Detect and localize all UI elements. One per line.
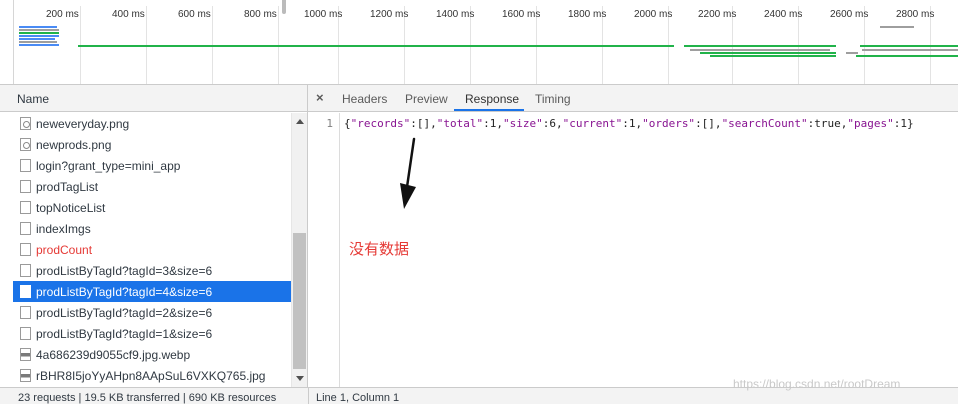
name-column-label: Name [17, 92, 50, 106]
request-name: indexImgs [36, 221, 91, 236]
overview-tick-label: 1800 ms [568, 9, 607, 20]
overview-request-bar [19, 41, 57, 43]
request-row[interactable]: prodListByTagId?tagId=1&size=6 [13, 323, 291, 344]
overview-request-bar [700, 52, 836, 54]
request-name: prodCount [36, 242, 93, 257]
overview-request-bar [19, 32, 59, 34]
image-file-icon [20, 138, 31, 151]
document-icon [20, 243, 31, 256]
name-column-header[interactable]: Name [0, 85, 308, 112]
request-row[interactable]: topNoticeList [13, 197, 291, 218]
request-row[interactable]: neweveryday.png [13, 113, 291, 134]
request-row[interactable]: indexImgs [13, 218, 291, 239]
cursor-position: Line 1, Column 1 [316, 392, 400, 404]
request-row[interactable]: login?grant_type=mini_app [13, 155, 291, 176]
request-list-panel: Name neweveryday.png newprods.png login?gr… [0, 85, 308, 387]
image-file-icon [20, 117, 31, 130]
overview-tick-label: 400 ms [112, 9, 145, 20]
overview-tick-label: 200 ms [46, 9, 79, 20]
document-icon [20, 222, 31, 235]
request-name: prodListByTagId?tagId=2&size=6 [36, 305, 213, 320]
request-name: topNoticeList [36, 200, 106, 215]
detail-tab-bar: × Headers Preview Response Timing [308, 85, 958, 112]
overview-request-bar [860, 45, 958, 47]
document-icon [20, 285, 31, 298]
active-tab-indicator [454, 109, 524, 111]
request-name: login?grant_type=mini_app [36, 158, 181, 173]
request-row[interactable]: prodListByTagId?tagId=4&size=6 [13, 281, 291, 302]
overview-request-bar [78, 45, 674, 47]
overview-request-bar [19, 38, 55, 40]
request-name: rBHR8I5joYyAHpn8AApSuL6VXKQ765.jpg [36, 368, 266, 383]
request-name: 4a686239d9055cf9.jpg.webp [36, 347, 191, 362]
status-separator [308, 388, 309, 404]
request-name: prodListByTagId?tagId=3&size=6 [36, 263, 213, 278]
request-row[interactable]: prodListByTagId?tagId=2&size=6 [13, 302, 291, 323]
document-icon [20, 180, 31, 193]
request-name: neweveryday.png [36, 116, 130, 131]
picture-icon [20, 348, 31, 361]
request-row[interactable]: newprods.png [13, 134, 291, 155]
overview-drag-handle[interactable] [282, 0, 286, 14]
scroll-down-icon[interactable] [296, 376, 304, 381]
overview-request-bar [19, 35, 59, 37]
request-row[interactable]: prodCount [13, 239, 291, 260]
document-icon [20, 306, 31, 319]
overview-tick-label: 1600 ms [502, 9, 541, 20]
overview-request-bar [846, 52, 858, 54]
overview-request-bar [19, 26, 57, 28]
overview-tick-label: 2600 ms [830, 9, 869, 20]
request-list: neweveryday.png newprods.png login?grant_t… [13, 113, 291, 387]
request-row[interactable]: prodListByTagId?tagId=3&size=6 [13, 260, 291, 281]
document-icon [20, 264, 31, 277]
response-body[interactable]: {"records":[],"total":1,"size":6,"curren… [344, 117, 914, 130]
scroll-up-icon[interactable] [296, 119, 304, 124]
overview-request-bar [19, 44, 59, 46]
overview-request-bar [684, 45, 836, 47]
watermark: https://blog.csdn.net/rootDream [733, 377, 901, 391]
tab-preview[interactable]: Preview [405, 92, 448, 106]
scrollbar-thumb[interactable] [293, 233, 306, 369]
overview-request-bar [19, 29, 59, 31]
document-icon [20, 327, 31, 340]
list-left-gutter [0, 113, 13, 387]
network-overview[interactable]: 200 ms 400 ms 600 ms 800 ms 1000 ms 1200 ms 14… [0, 0, 958, 85]
request-row[interactable]: rBHR8I5joYyAHpn8AApSuL6VXKQ765.jpg [13, 365, 291, 386]
close-icon[interactable]: × [316, 90, 324, 105]
tab-timing[interactable]: Timing [535, 92, 571, 106]
document-icon [20, 201, 31, 214]
request-name: newprods.png [36, 137, 112, 152]
overview-tick-label: 1200 ms [370, 9, 409, 20]
overview-request-bar [862, 49, 958, 51]
tab-headers[interactable]: Headers [342, 92, 387, 106]
picture-icon [20, 369, 31, 382]
overview-tick-label: 2200 ms [698, 9, 737, 20]
overview-tick-label: 2400 ms [764, 9, 803, 20]
line-number: 1 [326, 117, 333, 130]
request-list-scrollbar[interactable] [291, 113, 307, 387]
request-row[interactable]: 4a686239d9055cf9.jpg.webp [13, 344, 291, 365]
overview-request-bar [710, 55, 836, 57]
annotation-arrow-icon [400, 137, 416, 209]
request-detail-panel: × Headers Preview Response Timing 1 {"re… [308, 85, 958, 387]
request-row[interactable]: prodTagList [13, 176, 291, 197]
line-number-gutter: 1 [308, 113, 340, 387]
overview-request-bar [880, 26, 914, 28]
overview-tick-label: 600 ms [178, 9, 211, 20]
overview-tick-label: 2000 ms [634, 9, 673, 20]
overview-tick-label: 2800 ms [896, 9, 935, 20]
tab-response[interactable]: Response [465, 92, 519, 106]
overview-tick-label: 1400 ms [436, 9, 475, 20]
overview-tick-label: 800 ms [244, 9, 277, 20]
document-icon [20, 159, 31, 172]
overview-request-bar [856, 55, 958, 57]
request-name: prodTagList [36, 179, 99, 194]
overview-left-edge [13, 0, 14, 84]
request-summary: 23 requests | 19.5 KB transferred | 690 … [18, 392, 277, 404]
request-name: prodListByTagId?tagId=1&size=6 [36, 326, 213, 341]
request-name: prodListByTagId?tagId=4&size=6 [36, 284, 213, 299]
overview-tick-label: 1000 ms [304, 9, 343, 20]
overview-request-bar [690, 49, 830, 51]
annotation-no-data-text: 没有数据 [349, 241, 410, 258]
